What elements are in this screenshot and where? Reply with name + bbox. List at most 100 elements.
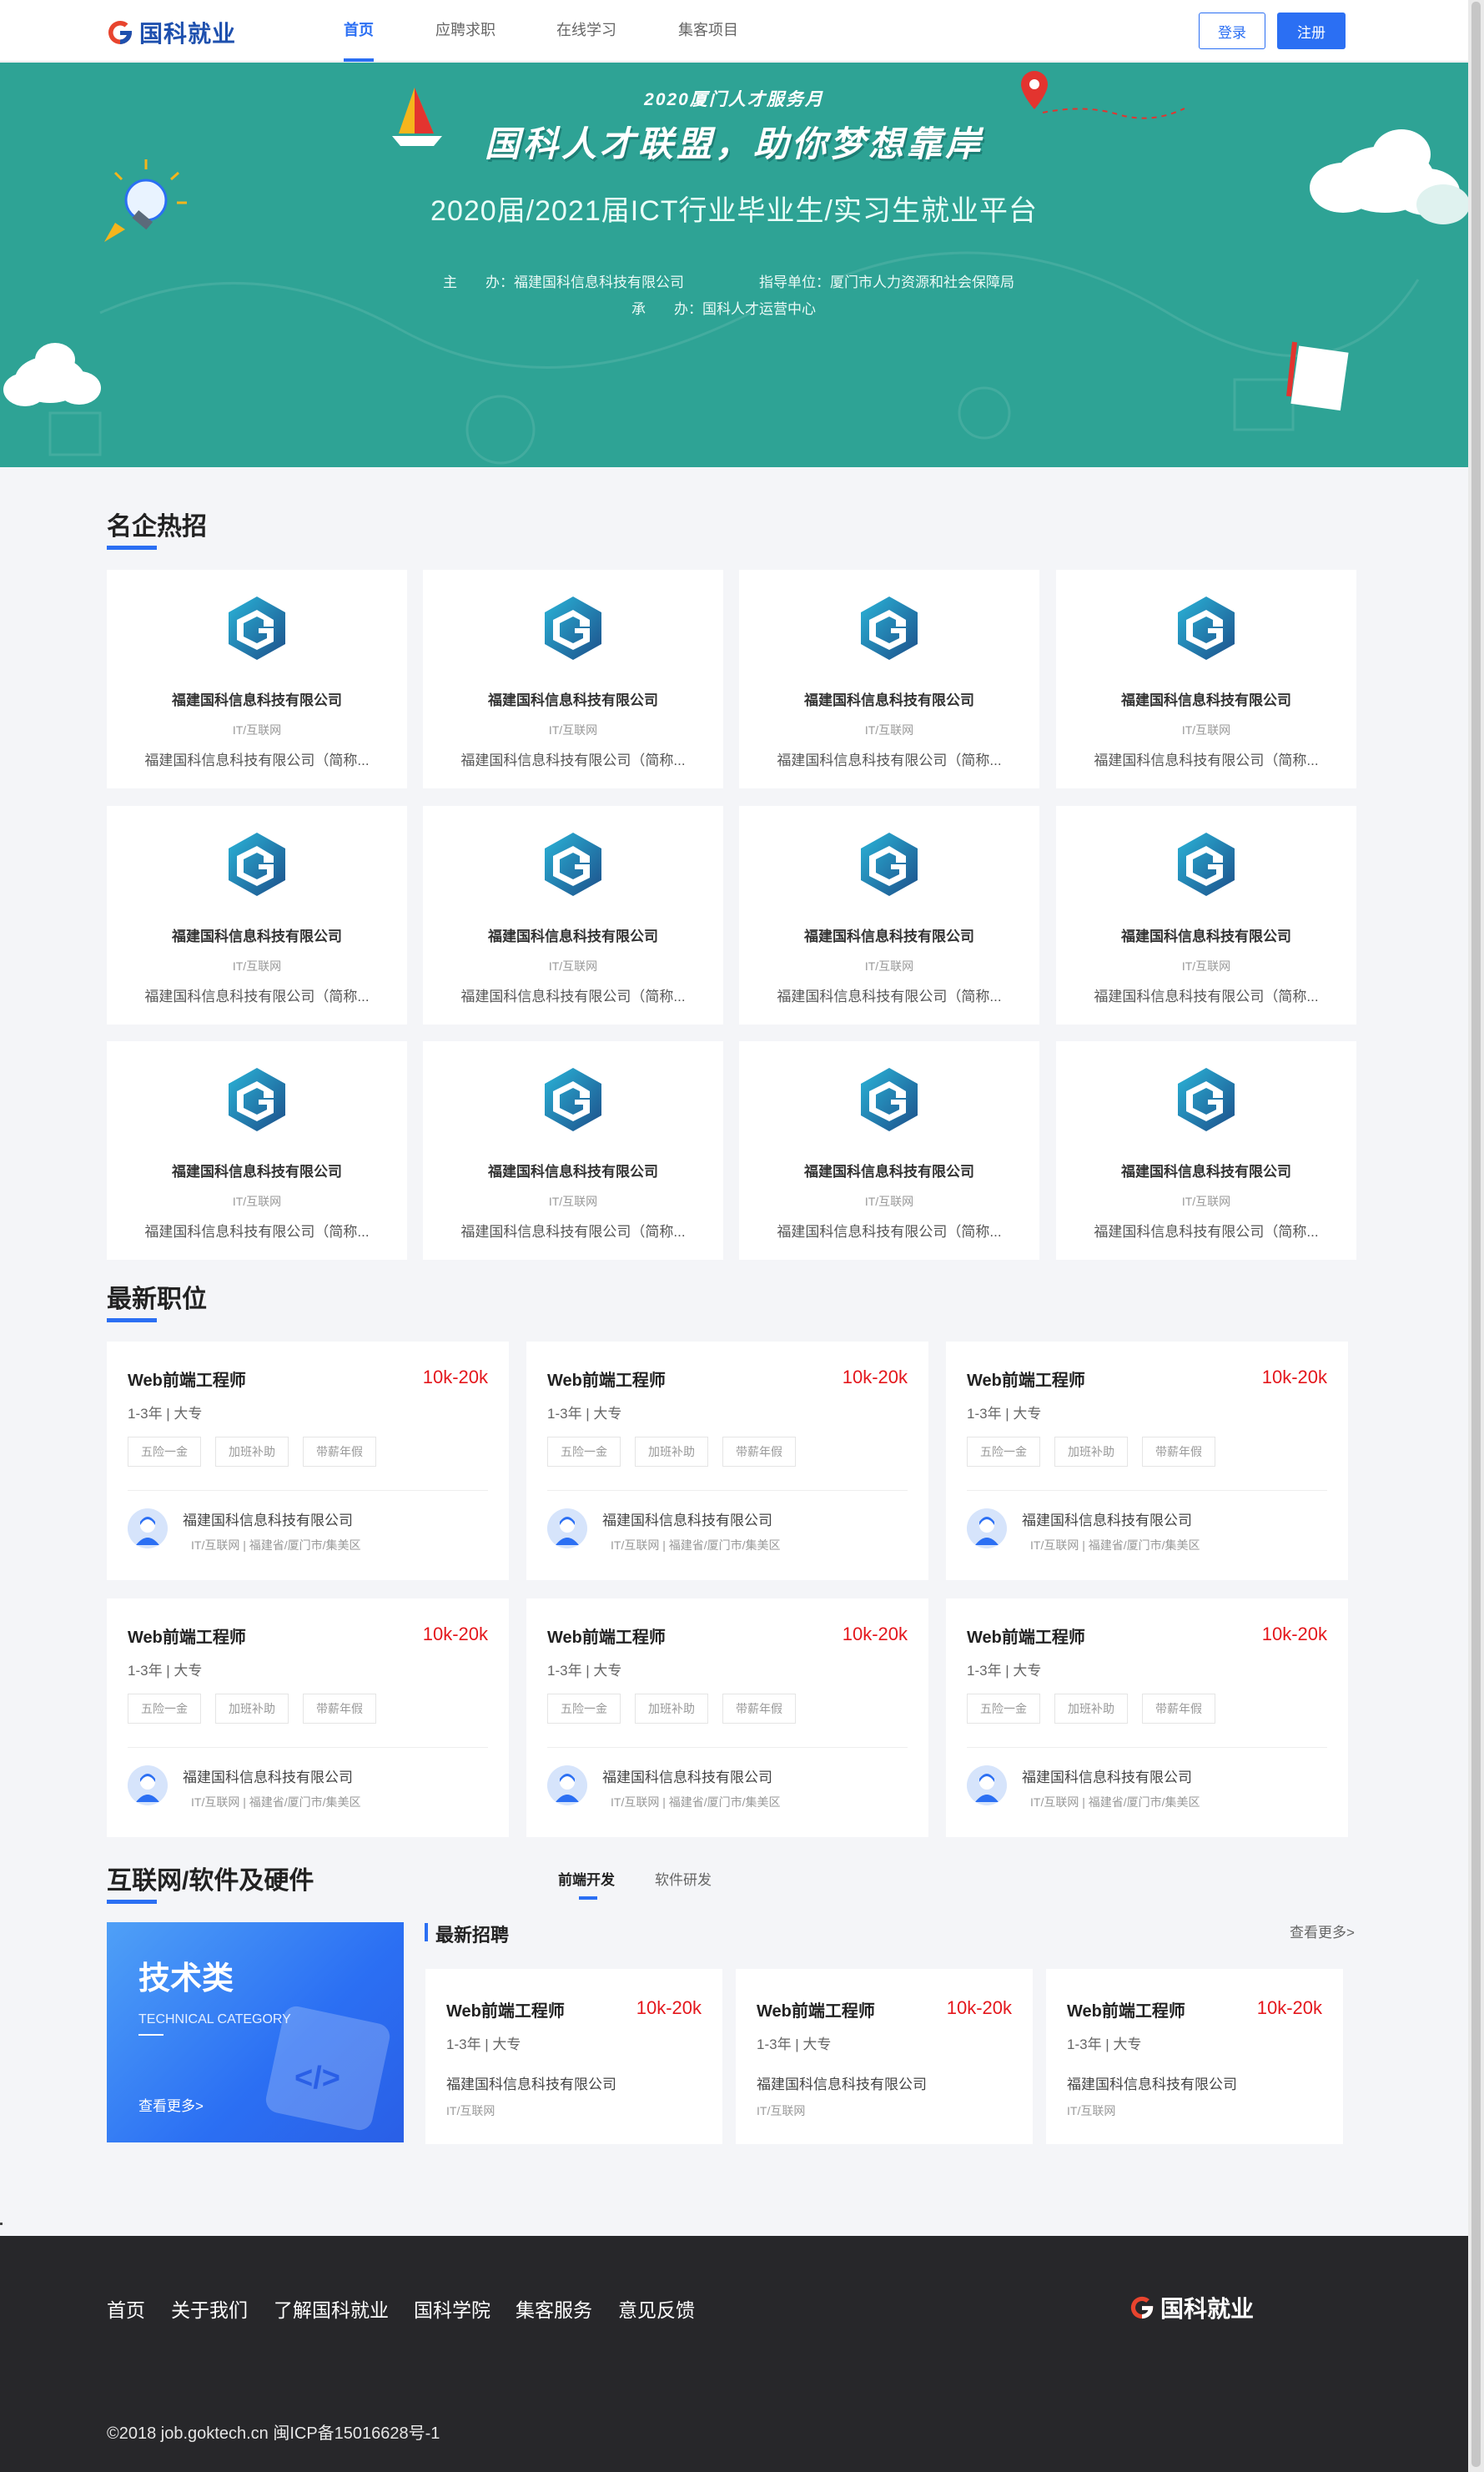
nav-active-indicator xyxy=(344,58,374,62)
company-name: 福建国科信息科技有限公司 xyxy=(804,929,974,944)
footer-link-about[interactable]: 关于我们 xyxy=(171,2294,248,2323)
company-logo-icon xyxy=(225,595,289,662)
scrollbar[interactable] xyxy=(1468,0,1484,2472)
see-more-link[interactable]: 查看更多> xyxy=(1290,1921,1355,1941)
banner-headline: 2020届/2021届ICT行业毕业生/实习生就业平台 xyxy=(430,195,1038,227)
tech-category-title: 技术类 xyxy=(138,1961,234,1996)
company-description: 福建国科信息科技有限公司（简称... xyxy=(777,1224,1002,1240)
job-requirements: 1-3年 | 大专 xyxy=(757,2037,832,2052)
banner-host: 主 办：福建国科信息科技有限公司 xyxy=(443,274,684,290)
scrollbar-thumb[interactable] xyxy=(1471,2,1481,2467)
tab-frontend[interactable]: 前端开发 xyxy=(558,1868,615,1889)
paper-icon xyxy=(1286,341,1349,411)
job-benefit-tag: 加班补助 xyxy=(1054,1437,1128,1467)
recent-job-card[interactable]: Web前端工程师 10k-20k 1-3年 | 大专 福建国科信息科技有限公司 IT/互… xyxy=(425,1969,722,2144)
company-card[interactable]: 福建国科信息科技有限公司 IT/互联网 福建国科信息科技有限公司（简称... xyxy=(107,570,407,788)
job-title: Web前端工程师 xyxy=(967,1629,1085,1647)
logo-text: 国科就业 xyxy=(139,21,237,47)
company-logo-icon xyxy=(858,595,921,662)
job-title: Web前端工程师 xyxy=(757,2002,875,2021)
job-card[interactable]: Web前端工程师 10k-20k 1-3年 | 大专 五险一金 加班补助 带薪年假 福建国科… xyxy=(107,1342,509,1580)
footer-link-home[interactable]: 首页 xyxy=(107,2294,145,2323)
nav-projects[interactable]: 集客项目 xyxy=(678,18,738,40)
tech-category-card[interactable]: </> 技术类 TECHNICAL CATEGORY 查看更多> xyxy=(107,1922,404,2142)
copyright: ©2018 job.goktech.cn 闽ICP备15016628号-1 xyxy=(107,2424,440,2443)
job-title: Web前端工程师 xyxy=(1067,2002,1185,2021)
section-title-underline xyxy=(107,546,157,550)
company-name: 福建国科信息科技有限公司 xyxy=(804,1164,974,1180)
section-title-underline xyxy=(107,1900,157,1904)
company-industry: IT/互联网 xyxy=(232,959,282,973)
job-card[interactable]: Web前端工程师 10k-20k 1-3年 | 大专 五险一金 加班补助 带薪年假 福建国科… xyxy=(107,1598,509,1837)
company-card[interactable]: 福建国科信息科技有限公司 IT/互联网 福建国科信息科技有限公司（简称... xyxy=(107,1041,407,1260)
logo-g-icon xyxy=(108,20,132,44)
site-logo[interactable]: 国科就业 xyxy=(106,16,236,49)
company-card[interactable]: 福建国科信息科技有限公司 IT/互联网 福建国科信息科技有限公司（简称... xyxy=(739,1041,1039,1260)
job-company-info: IT/互联网 | 福建省/厦门市/集美区 xyxy=(191,1538,361,1552)
recent-job-card[interactable]: Web前端工程师 10k-20k 1-3年 | 大专 福建国科信息科技有限公司 IT/互… xyxy=(736,1969,1033,2144)
company-card[interactable]: 福建国科信息科技有限公司 IT/互联网福建国科信息科技有限公司（简称... xyxy=(107,806,407,1025)
job-title: Web前端工程师 xyxy=(547,1629,666,1647)
company-card[interactable]: 福建国科信息科技有限公司 IT/互联网 福建国科信息科技有限公司（简称... xyxy=(423,570,723,788)
footer-link-intro[interactable]: 了解国科就业 xyxy=(274,2294,389,2323)
company-industry: IT/互联网 xyxy=(864,723,914,737)
job-card[interactable]: Web前端工程师 10k-20k 1-3年 | 大专 五险一金 加班补助 带薪年假 福建国科… xyxy=(946,1598,1348,1837)
company-card[interactable]: 福建国科信息科技有限公司 IT/互联网 福建国科信息科技有限公司（简称... xyxy=(739,570,1039,788)
company-logo-icon xyxy=(1175,595,1238,662)
job-benefit-tag: 加班补助 xyxy=(635,1694,708,1724)
job-benefit-tag: 五险一金 xyxy=(547,1694,621,1724)
job-benefit-tag: 加班补助 xyxy=(1054,1694,1128,1724)
job-company-info: IT/互联网 | 福建省/厦门市/集美区 xyxy=(191,1795,361,1809)
company-card[interactable]: 福建国科信息科技有限公司 IT/互联网 福建国科信息科技有限公司（简称... xyxy=(1056,1041,1356,1260)
tech-category-subtitle: TECHNICAL CATEGORY xyxy=(138,2012,291,2026)
tech-category-more-link[interactable]: 查看更多> xyxy=(138,2094,204,2115)
nav-home[interactable]: 首页 xyxy=(344,18,374,40)
company-name: 福建国科信息科技有限公司 xyxy=(172,1164,342,1180)
company-logo-icon xyxy=(541,831,605,898)
company-card[interactable]: 福建国科信息科技有限公司 IT/互联网 福建国科信息科技有限公司（简称... xyxy=(1056,570,1356,788)
company-name: 福建国科信息科技有限公司 xyxy=(488,692,658,708)
hero-banner[interactable]: 2020厦门人才服务月 国科人才联盟，助你梦想靠岸 2020届/2021届ICT… xyxy=(0,63,1468,467)
recent-recruit-title: 最新招聘 xyxy=(435,1925,510,1946)
job-benefit-tag: 加班补助 xyxy=(215,1694,289,1724)
login-button[interactable]: 登录 xyxy=(1199,13,1265,49)
company-name: 福建国科信息科技有限公司 xyxy=(172,929,342,944)
company-description: 福建国科信息科技有限公司（简称... xyxy=(777,989,1002,1004)
company-avatar-icon xyxy=(128,1508,168,1548)
job-company-info: IT/互联网 | 福建省/厦门市/集美区 xyxy=(611,1795,781,1809)
company-card[interactable]: 福建国科信息科技有限公司 IT/互联网 福建国科信息科技有限公司（简称... xyxy=(1056,806,1356,1025)
company-card[interactable]: 福建国科信息科技有限公司 IT/互联网 福建国科信息科技有限公司（简称... xyxy=(423,1041,723,1260)
nav-learning[interactable]: 在线学习 xyxy=(556,18,616,40)
footer-link-service[interactable]: 集客服务 xyxy=(516,2294,592,2323)
job-title: Web前端工程师 xyxy=(547,1372,666,1390)
company-card[interactable]: 福建国科信息科技有限公司 IT/互联网福建国科信息科技有限公司（简称... xyxy=(739,806,1039,1025)
job-card[interactable]: Web前端工程师 10k-20k 1-3年 | 大专 五险一金 加班补助 带薪年假 福建国科… xyxy=(946,1342,1348,1580)
company-name: 福建国科信息科技有限公司 xyxy=(1121,692,1291,708)
job-salary: 10k-20k xyxy=(842,1367,908,1387)
job-requirements: 1-3年 | 大专 xyxy=(967,1663,1042,1679)
card-divider xyxy=(128,1747,488,1748)
nav-jobs[interactable]: 应聘求职 xyxy=(435,18,496,40)
job-benefit-tag: 带薪年假 xyxy=(303,1437,376,1467)
job-card[interactable]: Web前端工程师 10k-20k 1-3年 | 大专 五险一金 加班补助 带薪年假 福建国科… xyxy=(526,1342,928,1580)
company-name: 福建国科信息科技有限公司 xyxy=(804,692,974,708)
footer-link-feedback[interactable]: 意见反馈 xyxy=(618,2294,695,2323)
banner-organizer: 承 办：国科人才运营中心 xyxy=(631,301,816,317)
job-company-name: 福建国科信息科技有限公司 xyxy=(1067,2077,1237,2092)
company-logo-icon xyxy=(541,1066,605,1133)
recent-job-card[interactable]: Web前端工程师 10k-20k 1-3年 | 大专 福建国科信息科技有限公司 IT/互… xyxy=(1046,1969,1343,2144)
register-button[interactable]: 注册 xyxy=(1277,13,1346,49)
company-card[interactable]: 福建国科信息科技有限公司 IT/互联网 福建国科信息科技有限公司（简称... xyxy=(423,806,723,1025)
tab-software[interactable]: 软件研发 xyxy=(655,1868,712,1889)
job-salary: 10k-20k xyxy=(946,1997,1012,2018)
job-benefit-tag: 五险一金 xyxy=(128,1694,201,1724)
company-description: 福建国科信息科技有限公司（简称... xyxy=(144,989,370,1004)
footer-link-academy[interactable]: 国科学院 xyxy=(414,2294,490,2323)
job-company-name: 福建国科信息科技有限公司 xyxy=(602,1513,772,1528)
company-industry: IT/互联网 xyxy=(864,959,914,973)
job-card[interactable]: Web前端工程师 10k-20k 1-3年 | 大专 五险一金 加班补助 带薪年假 福建国科… xyxy=(526,1598,928,1837)
job-salary: 10k-20k xyxy=(1261,1624,1327,1644)
card-divider xyxy=(547,1747,908,1748)
company-avatar-icon xyxy=(967,1765,1007,1805)
job-requirements: 1-3年 | 大专 xyxy=(967,1406,1042,1422)
